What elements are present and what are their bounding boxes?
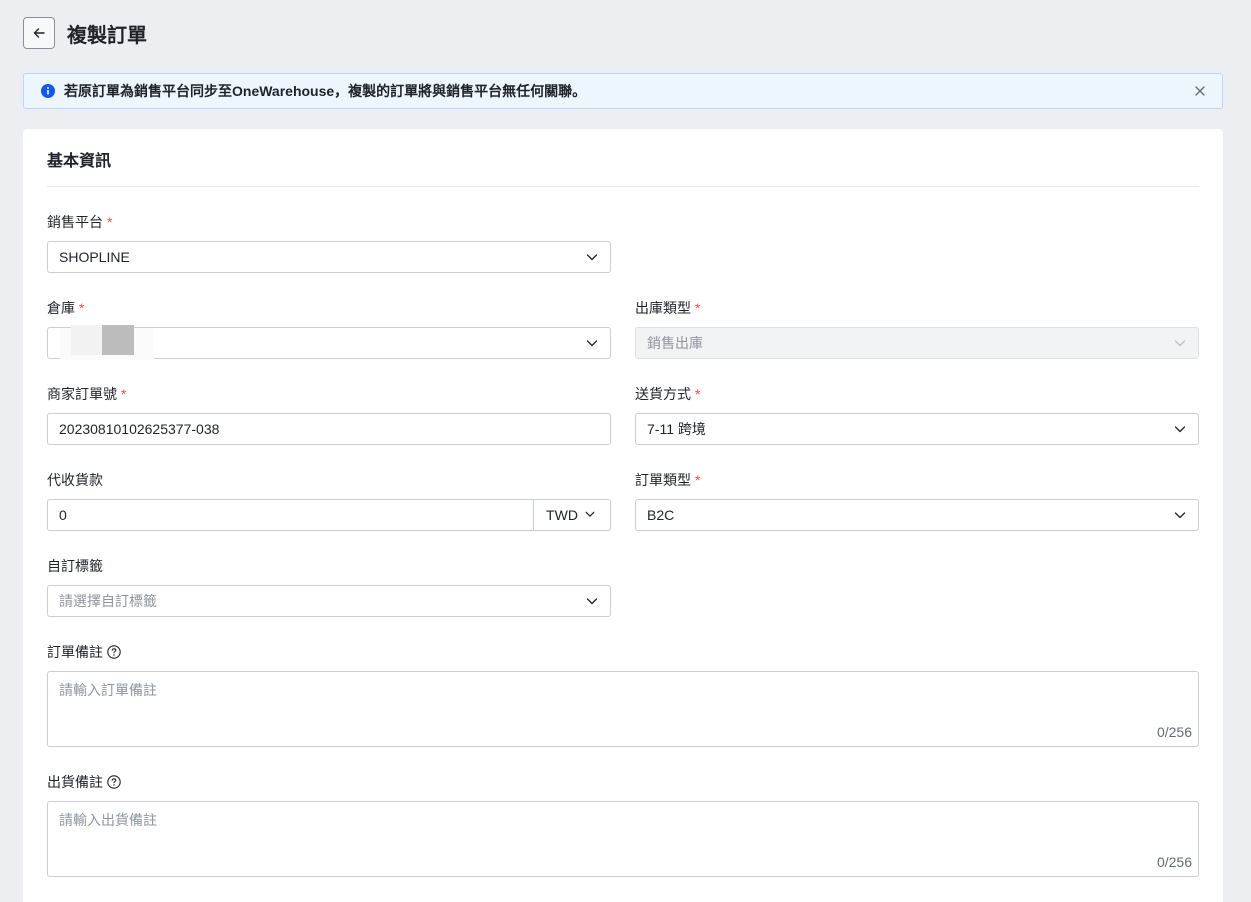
order-type-select[interactable]: B2C (635, 499, 1199, 531)
order-note-label: 訂單備註 (47, 642, 1199, 662)
outbound-type-field: 出庫類型 * 銷售出庫 (635, 298, 1199, 359)
currency-value: TWD (546, 507, 578, 523)
shipping-note-label-text: 出貨備註 (47, 774, 103, 790)
shipping-method-field: 送貨方式 * 7-11 跨境 (635, 384, 1199, 445)
basic-info-card: 基本資訊 銷售平台 * SHOPLINE 倉庫 * 出庫類型 * 銷售出庫 商家… (23, 129, 1223, 902)
merchant-order-no-label-text: 商家訂單號 (47, 386, 117, 402)
platform-field: 銷售平台 * SHOPLINE (47, 212, 611, 273)
arrow-left-icon (33, 28, 45, 38)
order-type-label-text: 訂單類型 (635, 472, 691, 488)
page-header: 複製訂單 (23, 17, 147, 49)
custom-tags-placeholder: 請選擇自訂標籤 (59, 593, 157, 609)
question-circle-icon[interactable] (107, 775, 121, 789)
redacted-value-block (71, 325, 103, 355)
custom-tags-field: 自訂標籤 請選擇自訂標籤 (47, 556, 611, 617)
order-type-label: 訂單類型 * (635, 470, 1199, 490)
close-icon (1195, 86, 1205, 96)
info-alert: 若原訂單為銷售平台同步至OneWarehouse，複製的訂單將與銷售平台無任何關… (23, 73, 1223, 109)
required-mark: * (107, 214, 113, 230)
order-note-textarea[interactable]: 請輸入訂單備註 0/256 (47, 671, 1199, 747)
required-mark: * (79, 300, 85, 316)
cod-input-group: 0 TWD (47, 499, 611, 531)
chevron-down-icon (585, 250, 599, 264)
currency-select[interactable]: TWD (534, 500, 610, 530)
divider (47, 186, 1199, 187)
shipping-method-label-text: 送貨方式 (635, 386, 691, 402)
merchant-order-no-input[interactable]: 20230810102625377-038 (47, 413, 611, 445)
outbound-type-label: 出庫類型 * (635, 298, 1199, 318)
custom-tags-select[interactable]: 請選擇自訂標籤 (47, 585, 611, 617)
warehouse-label-text: 倉庫 (47, 300, 75, 316)
chevron-down-icon (584, 508, 598, 522)
platform-select[interactable]: SHOPLINE (47, 241, 611, 273)
order-type-value: B2C (647, 507, 675, 523)
outbound-type-value: 銷售出庫 (647, 335, 703, 351)
close-alert-button[interactable] (1192, 83, 1208, 99)
shipping-method-select[interactable]: 7-11 跨境 (635, 413, 1199, 445)
info-icon (40, 83, 56, 99)
order-note-label-text: 訂單備註 (47, 644, 103, 660)
order-type-field: 訂單類型 * B2C (635, 470, 1199, 531)
section-title: 基本資訊 (47, 153, 112, 170)
order-note-field: 訂單備註 請輸入訂單備註 0/256 (47, 642, 1199, 747)
shipping-method-label: 送貨方式 * (635, 384, 1199, 404)
cod-amount-input[interactable]: 0 (48, 500, 534, 530)
platform-value: SHOPLINE (59, 249, 130, 265)
chevron-down-icon (1173, 422, 1187, 436)
shipping-note-field: 出貨備註 請輸入出貨備註 0/256 (47, 772, 1199, 877)
order-note-counter: 0/256 (1156, 724, 1192, 740)
shipping-note-counter: 0/256 (1156, 854, 1192, 870)
cod-label: 代收貨款 (47, 470, 611, 490)
custom-tags-label: 自訂標籤 (47, 556, 611, 576)
shipping-note-placeholder: 請輸入出貨備註 (59, 812, 157, 828)
required-mark: * (121, 386, 127, 402)
chevron-down-icon (585, 336, 599, 350)
chevron-down-icon (1173, 336, 1187, 350)
merchant-order-no-label: 商家訂單號 * (47, 384, 611, 404)
merchant-order-no-field: 商家訂單號 * 20230810102625377-038 (47, 384, 611, 445)
question-circle-icon[interactable] (107, 645, 121, 659)
cod-label-text: 代收貨款 (47, 472, 103, 488)
outbound-type-select: 銷售出庫 (635, 327, 1199, 359)
platform-label: 銷售平台 * (47, 212, 611, 232)
order-note-placeholder: 請輸入訂單備註 (59, 682, 157, 698)
back-button[interactable] (23, 17, 55, 49)
warehouse-label: 倉庫 * (47, 298, 611, 318)
platform-label-text: 銷售平台 (47, 214, 103, 230)
chevron-down-icon (585, 594, 599, 608)
required-mark: * (695, 386, 701, 402)
shipping-note-label: 出貨備註 (47, 772, 1199, 792)
page-title: 複製訂單 (67, 24, 147, 47)
cod-amount-value: 0 (59, 507, 67, 523)
custom-tags-label-text: 自訂標籤 (47, 558, 103, 574)
outbound-type-label-text: 出庫類型 (635, 300, 691, 316)
alert-text: 若原訂單為銷售平台同步至OneWarehouse，複製的訂單將與銷售平台無任何關… (64, 83, 587, 99)
required-mark: * (695, 300, 701, 316)
cod-field: 代收貨款 0 TWD (47, 470, 611, 531)
redacted-value-block (102, 325, 134, 355)
shipping-note-textarea[interactable]: 請輸入出貨備註 0/256 (47, 801, 1199, 877)
warehouse-field: 倉庫 * (47, 298, 611, 360)
merchant-order-no-value: 20230810102625377-038 (59, 421, 220, 437)
chevron-down-icon (1173, 508, 1187, 522)
shipping-method-value: 7-11 跨境 (647, 421, 706, 437)
warehouse-select[interactable] (47, 325, 611, 360)
required-mark: * (695, 472, 701, 488)
